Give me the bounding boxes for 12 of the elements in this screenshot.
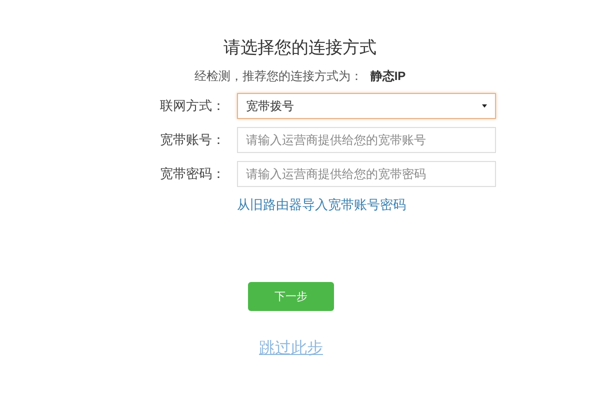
field-label: 宽带账号： bbox=[160, 131, 226, 149]
page-title: 请选择您的连接方式 bbox=[224, 37, 376, 59]
input-field[interactable]: 请输入运营商提供给您的宽带密码 bbox=[237, 161, 496, 187]
field-label: 联网方式： bbox=[160, 97, 226, 115]
recommended-type: 静态IP bbox=[370, 68, 406, 85]
recommendation-text: 经检测，推荐您的连接方式为： bbox=[194, 68, 362, 85]
connection-type-dropdown[interactable]: 宽带拨号 bbox=[237, 93, 496, 119]
import-link[interactable]: 从旧路由器导入宽带账号密码 bbox=[237, 196, 406, 214]
field-label: 宽带密码： bbox=[160, 165, 226, 183]
caret-icon bbox=[482, 104, 487, 108]
next-button[interactable]: 下一步 bbox=[248, 282, 334, 311]
input-field[interactable]: 请输入运营商提供给您的宽带账号 bbox=[237, 127, 496, 153]
